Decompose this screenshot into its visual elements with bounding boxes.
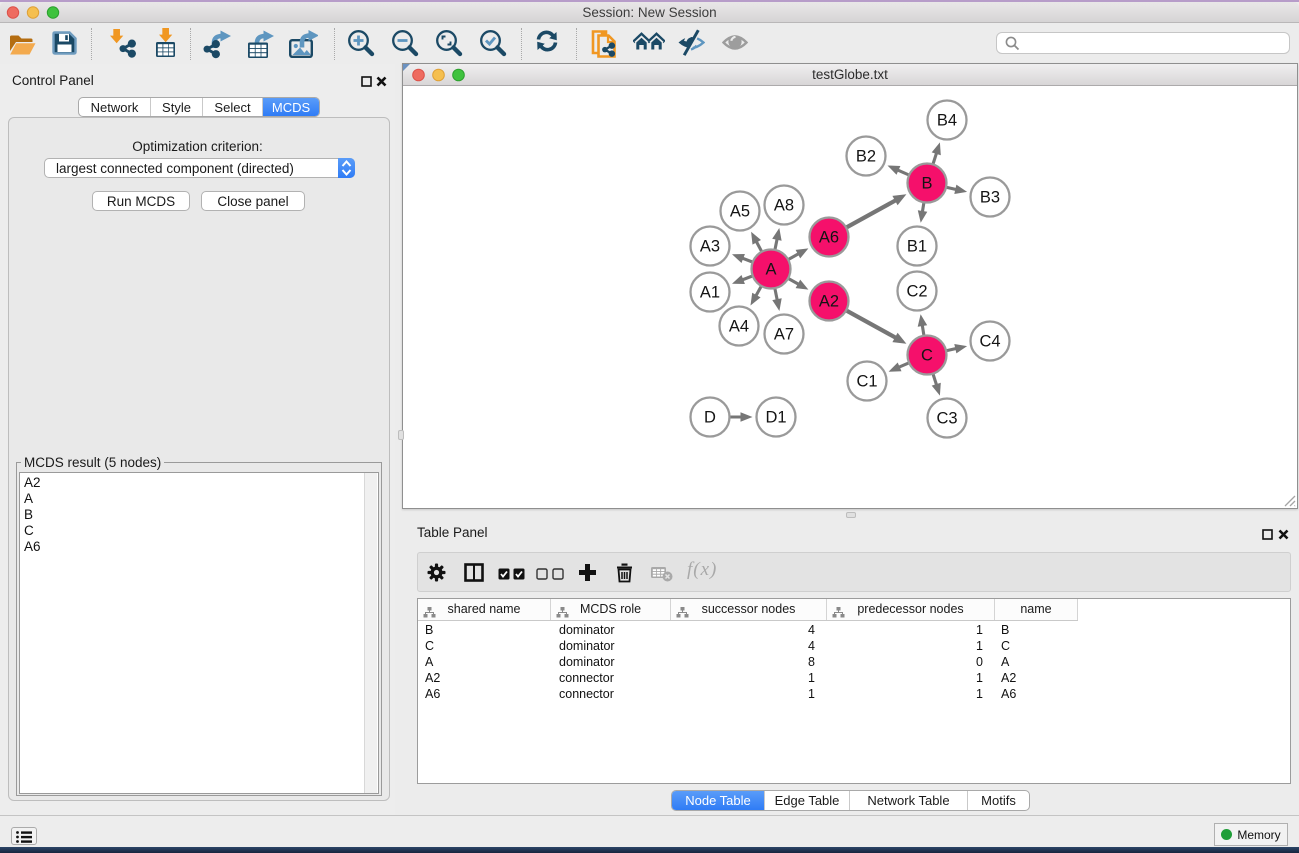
svg-text:A4: A4 (729, 318, 749, 336)
svg-text:C: C (921, 347, 933, 365)
svg-text:C3: C3 (936, 410, 957, 428)
svg-text:C1: C1 (856, 373, 877, 391)
svg-text:A5: A5 (730, 203, 750, 221)
svg-text:B3: B3 (980, 189, 1000, 207)
svg-text:A3: A3 (700, 238, 720, 256)
svg-text:B: B (921, 175, 932, 193)
svg-text:A1: A1 (700, 284, 720, 302)
svg-text:A: A (765, 261, 776, 279)
svg-text:A7: A7 (774, 326, 794, 344)
svg-text:A8: A8 (774, 197, 794, 215)
svg-text:C4: C4 (979, 333, 1000, 351)
svg-text:A2: A2 (819, 293, 839, 311)
svg-text:D: D (704, 409, 716, 427)
svg-text:A6: A6 (819, 229, 839, 247)
svg-text:C2: C2 (906, 283, 927, 301)
svg-text:B4: B4 (937, 112, 957, 130)
svg-text:D1: D1 (765, 409, 786, 427)
svg-text:B1: B1 (907, 238, 927, 256)
svg-text:B2: B2 (856, 148, 876, 166)
